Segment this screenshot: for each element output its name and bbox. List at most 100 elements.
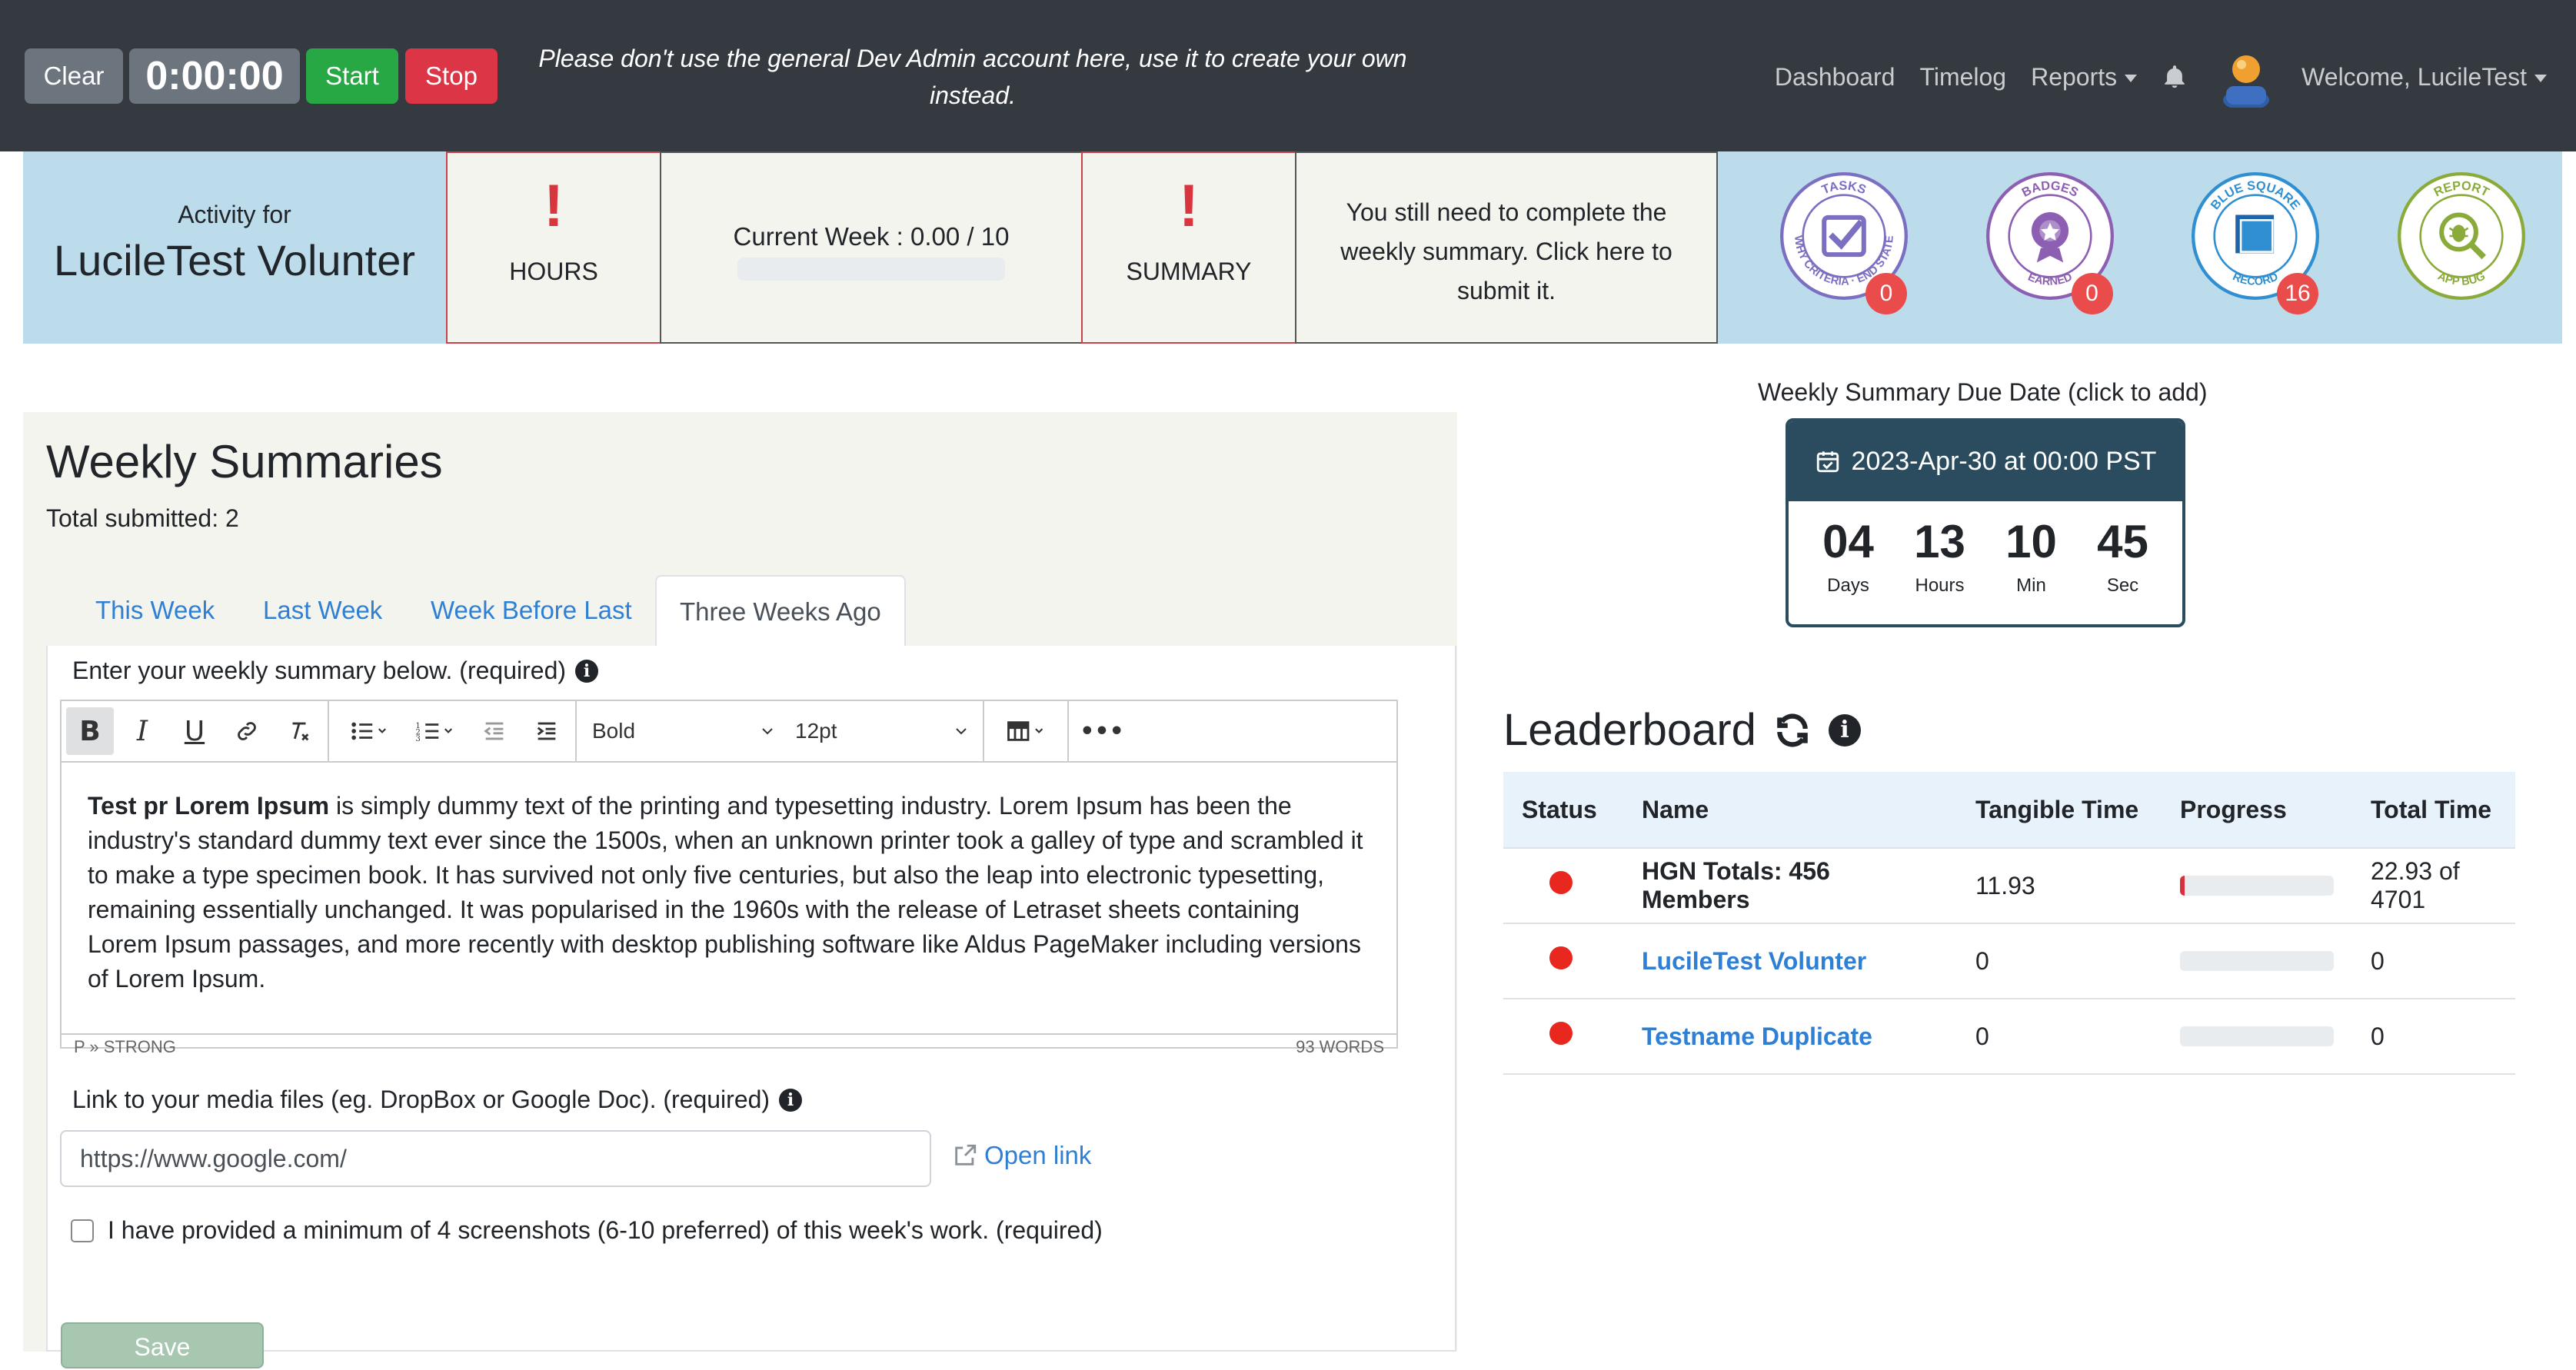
countdown-label: Min (2016, 575, 2046, 596)
editor-toolbar: B I U 123 Bold 12pt ••• (62, 701, 1396, 763)
badge-count: 0 (1865, 273, 1907, 314)
bold-button[interactable]: B (66, 707, 114, 755)
col-status: Status (1503, 772, 1623, 849)
info-icon[interactable]: i (779, 1088, 803, 1112)
refresh-icon[interactable] (1773, 711, 1812, 750)
start-button[interactable]: Start (306, 48, 398, 104)
editor-content[interactable]: Test pr Lorem Ipsum is simply dummy text… (62, 763, 1396, 1033)
screenshot-check-label: I have provided a minimum of 4 screensho… (108, 1216, 1103, 1244)
summary-prompt-row: Enter your weekly summary below. (requir… (72, 657, 599, 685)
open-link[interactable]: Open link (952, 1141, 1091, 1170)
info-icon[interactable]: i (575, 659, 599, 683)
open-link-label: Open link (984, 1141, 1092, 1169)
countdown-unit: 13 Hours (1914, 517, 1965, 597)
member-name[interactable]: LucileTest Volunter (1642, 947, 1866, 975)
badge-count: 16 (2277, 273, 2318, 314)
chevron-down-icon (2125, 75, 2138, 83)
format-select-value: Bold (592, 719, 636, 743)
badges-earned-badge[interactable]: BADGES EARNED 0 (1945, 151, 2152, 344)
calendar-check-icon (1816, 451, 1839, 473)
indent-icon[interactable] (523, 707, 571, 755)
col-tangible-time: Tangible Time (1957, 772, 2162, 849)
nav-timelog[interactable]: Timelog (1919, 63, 2006, 91)
bullet-list-icon[interactable] (338, 707, 400, 755)
progress-bar (2180, 876, 2334, 896)
clear-button[interactable]: Clear (25, 48, 123, 104)
editor-text: is simply dummy text of the printing and… (88, 792, 1363, 993)
outdent-icon[interactable] (471, 707, 518, 755)
activity-section: Activity for LucileTest Volunter (23, 151, 446, 344)
font-size-value: 12pt (795, 719, 837, 743)
toolbar-separator (575, 701, 577, 761)
current-week-box: Current Week : 0.00 / 10 (660, 151, 1083, 344)
chevron-down-icon (956, 728, 967, 735)
summary-editor[interactable]: B I U 123 Bold 12pt ••• Test pr Lorem Ip… (60, 700, 1398, 1056)
nav-reports-label: Reports (2031, 62, 2118, 91)
summary-alert-box[interactable]: ! SUMMARY (1081, 151, 1296, 344)
tab-last-week[interactable]: Last Week (263, 575, 382, 646)
countdown-value: 04 (1822, 516, 1874, 567)
leaderboard-heading: Leaderboard (1503, 705, 1756, 755)
due-date-value: 2023-Apr-30 at 00:00 PST (1851, 446, 2157, 476)
tab-three-weeks-ago[interactable]: Three Weeks Ago (655, 575, 906, 647)
avatar[interactable] (2215, 46, 2277, 108)
screenshot-checkbox[interactable] (71, 1219, 94, 1242)
leaderboard-header: Status Name Tangible Time Progress Total… (1503, 772, 2515, 849)
table-icon[interactable] (993, 707, 1063, 755)
hours-alert-box[interactable]: ! HOURS (446, 151, 661, 344)
tasks-badge[interactable]: TASKS WHY CRITERIA · END STATE 0 (1739, 151, 1945, 344)
due-date-label[interactable]: Weekly Summary Due Date (click to add) (1758, 378, 2207, 407)
countdown: 04 Days 13 Hours 10 Min 45 Sec (1789, 517, 2182, 597)
italic-button[interactable]: I (118, 707, 166, 755)
admin-warning: Please don't use the general Dev Admin a… (538, 45, 1407, 109)
media-label-row: Link to your media files (eg. DropBox or… (72, 1086, 803, 1114)
media-url-input[interactable]: https://www.google.com/ (60, 1130, 931, 1187)
tab-this-week[interactable]: This Week (95, 575, 215, 646)
timer-display: 0:00:00 (129, 48, 300, 104)
countdown-value: 45 (2097, 516, 2148, 567)
toolbar-separator (983, 701, 984, 761)
due-date-card[interactable]: 2023-Apr-30 at 00:00 PST 04 Days 13 Hours 10… (1786, 418, 2185, 627)
col-progress: Progress (2162, 772, 2352, 849)
blue-square-badge[interactable]: BLUE SQUARE RECORD 16 (2151, 151, 2357, 344)
link-icon[interactable] (223, 707, 271, 755)
tab-week-before-last[interactable]: Week Before Last (431, 575, 632, 646)
tangible-time: 0 (1957, 999, 2162, 1075)
summary-prompt: Enter your weekly summary below. (requir… (72, 657, 567, 684)
welcome-menu[interactable]: Welcome, LucileTest (2301, 63, 2547, 91)
summary-reminder: You still need to complete the weekly su… (1340, 198, 1672, 304)
stop-button[interactable]: Stop (405, 48, 498, 104)
save-button[interactable]: Save (61, 1322, 264, 1368)
col-name: Name (1623, 772, 1957, 849)
countdown-unit: 10 Min (2005, 517, 2057, 597)
nav-dashboard[interactable]: Dashboard (1775, 63, 1895, 91)
status-dot (1549, 946, 1573, 969)
format-select[interactable]: Bold (592, 719, 784, 743)
countdown-label: Days (1827, 575, 1869, 596)
countdown-value: 10 (2005, 516, 2057, 567)
current-week-label: Current Week : 0.00 / 10 (733, 222, 1010, 251)
info-icon[interactable]: i (1828, 713, 1861, 747)
clear-format-icon[interactable] (275, 707, 323, 755)
member-name: HGN Totals: 456 Members (1642, 857, 1830, 913)
activity-label: Activity for (178, 201, 291, 228)
report-bug-badge[interactable]: REPORT APP BUG (2357, 151, 2563, 344)
summary-reminder-box[interactable]: You still need to complete the weekly su… (1295, 151, 1718, 344)
member-name[interactable]: Testname Duplicate (1642, 1023, 1872, 1050)
numbered-list-icon[interactable]: 123 (404, 707, 466, 755)
leaderboard-body: HGN Totals: 456 Members 11.93 22.93 of 470… (1503, 848, 2515, 1075)
editor-statusbar: P » STRONG 93 WORDS (62, 1033, 1396, 1061)
word-count: 93 WORDS (1296, 1037, 1384, 1056)
font-size-select[interactable]: 12pt (795, 719, 978, 743)
media-label: Link to your media files (eg. DropBox or… (72, 1086, 770, 1113)
bell-icon[interactable] (2162, 64, 2188, 90)
more-icon[interactable]: ••• (1078, 707, 1126, 755)
leaderboard-table: Status Name Tangible Time Progress Total… (1503, 772, 2515, 1075)
top-navbar: Clear 0:00:00 Start Stop Please don't us… (0, 0, 2576, 151)
table-row: Testname Duplicate 0 0 (1503, 999, 2515, 1075)
underline-button[interactable]: U (171, 707, 218, 755)
nav-reports[interactable]: Reports (2031, 62, 2138, 91)
tangible-time: 0 (1957, 923, 2162, 999)
progress-bar (2180, 1026, 2334, 1046)
countdown-label: Hours (1915, 575, 1965, 596)
